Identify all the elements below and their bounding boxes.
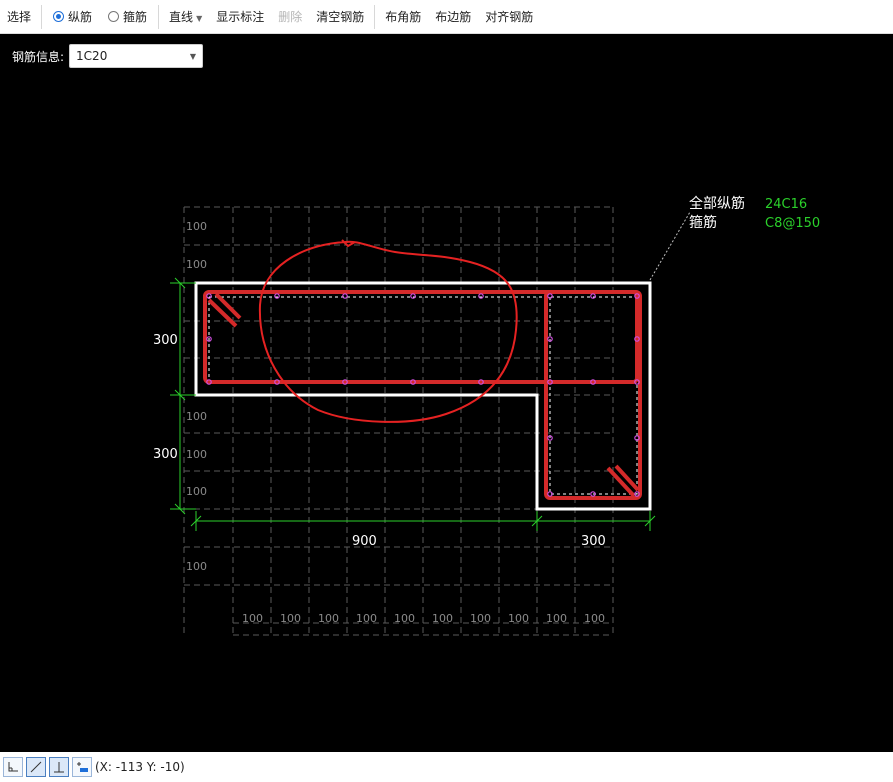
longitudinal-rebar-radio[interactable]: 纵筋 [45, 0, 100, 34]
status-bar: (X: -113 Y: -10) [0, 752, 893, 782]
grid-label: 100 [186, 220, 207, 233]
drawing-canvas[interactable]: 100 100 100 100 100 100 100 100 100 100 100 100 100 1… [0, 34, 893, 752]
grid-label: 100 [318, 612, 339, 625]
delete-button[interactable]: 删除 [271, 0, 309, 34]
section-outline [194, 281, 652, 511]
grid-label: 100 [186, 485, 207, 498]
chevron-down-icon: ▼ [196, 13, 203, 23]
longitudinal-rebar-radio-label: 纵筋 [68, 10, 93, 24]
dimension-left-bottom: 300 [153, 447, 178, 462]
grid-label: 100 [186, 410, 207, 423]
dimension-bottom-right: 300 [581, 534, 606, 549]
rebar-info-label: 钢筋信息: [12, 49, 65, 64]
line-mode-label: 直线 [169, 9, 194, 24]
grid-label: 100 [432, 612, 453, 625]
toolbar-divider [374, 4, 376, 29]
rebar-point[interactable] [274, 293, 280, 299]
snap-mode-icon[interactable] [72, 757, 92, 777]
rebar-point[interactable] [590, 293, 596, 299]
grid-label: 100 [356, 612, 377, 625]
cursor-coordinates: (X: -113 Y: -10) [95, 760, 185, 774]
grid-label: 100 [394, 612, 415, 625]
orthogonal-mode-icon[interactable] [3, 757, 23, 777]
rebar-point[interactable] [478, 293, 484, 299]
select-tool-button[interactable]: 选择 [0, 0, 38, 34]
show-annotation-button[interactable]: 显示标注 [209, 0, 271, 34]
line-mode-dropdown[interactable]: 直线 ▼ [162, 0, 209, 34]
grid-label: 100 [242, 612, 263, 625]
grid-label: 100 [584, 612, 605, 625]
edge-rebar-button[interactable]: 布边筋 [428, 0, 478, 34]
grid-label: 100 [546, 612, 567, 625]
line-draw-mode-icon[interactable] [26, 757, 46, 777]
grid-label: 100 [470, 612, 491, 625]
toolbar-divider [158, 4, 160, 29]
grid-label: 100 [186, 560, 207, 573]
rebar-point[interactable] [342, 293, 348, 299]
stirrup-value: C8@150 [765, 216, 820, 231]
rebar-info-row: 钢筋信息: 1C20 ▼ [12, 44, 204, 68]
stirrup-radio[interactable]: 箍筋 [100, 0, 155, 34]
rebar-point[interactable] [410, 293, 416, 299]
radio-unselected-indicator [108, 11, 120, 22]
grid-label: 100 [186, 448, 207, 461]
clear-rebar-button[interactable]: 清空钢筋 [309, 0, 371, 34]
radio-selected-indicator [53, 11, 65, 22]
rebar-info-select[interactable]: 1C20 ▼ [69, 44, 204, 68]
stirrup-radio-label: 箍筋 [123, 10, 148, 24]
chevron-down-icon: ▼ [189, 51, 197, 61]
stirrup-label: 箍筋 [689, 214, 717, 231]
dimension-lines [170, 277, 656, 531]
perpendicular-mode-icon[interactable] [49, 757, 69, 777]
rebar-info-value: 1C20 [76, 49, 108, 63]
all-longitudinal-label: 全部纵筋 [689, 195, 745, 212]
align-rebar-button[interactable]: 对齐钢筋 [478, 0, 540, 34]
all-longitudinal-value: 24C16 [765, 197, 807, 212]
corner-rebar-button[interactable]: 布角筋 [378, 0, 428, 34]
dimension-left-top: 300 [153, 333, 178, 348]
section-drawing: 100 100 100 100 100 100 100 100 100 100 100 100 100 1… [153, 195, 820, 636]
grid-label: 100 [186, 258, 207, 271]
grid-label: 100 [280, 612, 301, 625]
toolbar: 选择 纵筋 箍筋 直线 ▼ 显示标注 删除 清空钢筋 布角筋 布边筋 对齐钢筋 [0, 0, 893, 34]
annotation-leader [649, 211, 691, 281]
grid-label: 100 [508, 612, 529, 625]
toolbar-divider [41, 4, 43, 29]
dimension-bottom-left: 900 [352, 534, 377, 549]
